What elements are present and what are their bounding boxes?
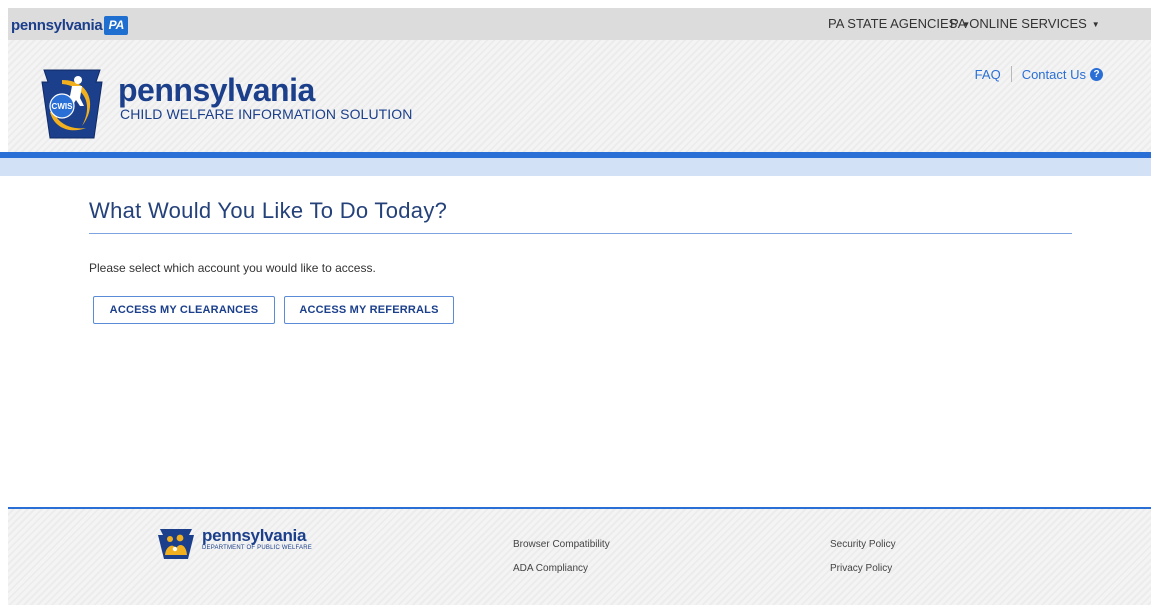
title-divider xyxy=(89,233,1072,234)
contact-us-link[interactable]: Contact Us ? xyxy=(1022,67,1103,82)
nav-pa-state-agencies-label: PA STATE AGENCIES xyxy=(828,16,958,31)
brand-word: pennsylvania xyxy=(11,16,103,34)
site-header: CWIS pennsylvania CHILD WELFARE INFORMAT… xyxy=(8,40,1151,152)
site-footer: pennsylvania DEPARTMENT OF PUBLIC WELFAR… xyxy=(8,509,1151,605)
header-links: FAQ Contact Us ? xyxy=(975,66,1103,82)
page-title: What Would You Like To Do Today? xyxy=(89,198,448,223)
dpw-logo-subtitle: DEPARTMENT OF PUBLIC WELFARE xyxy=(202,545,312,551)
account-select-prompt: Please select which account you would li… xyxy=(89,261,376,275)
access-clearances-button[interactable]: ACCESS MY CLEARANCES xyxy=(93,296,275,324)
question-circle-icon: ? xyxy=(1090,67,1103,81)
keystone-badge-icon[interactable]: CWIS xyxy=(34,66,110,142)
nav-pa-online-services-label: PA ONLINE SERVICES xyxy=(950,16,1087,31)
security-policy-link[interactable]: Security Policy xyxy=(830,539,896,550)
header-subbar xyxy=(0,158,1151,176)
link-separator xyxy=(1010,66,1012,82)
pa-brand-logo[interactable]: pennsylvania PA xyxy=(11,15,129,35)
access-referrals-button[interactable]: ACCESS MY REFERRALS xyxy=(284,296,454,324)
site-subtitle: CHILD WELFARE INFORMATION SOLUTION xyxy=(120,106,413,122)
faq-link-label: FAQ xyxy=(974,66,1001,82)
site-title: pennsylvania xyxy=(118,72,315,108)
badge-text: CWIS xyxy=(52,102,74,111)
nav-pa-state-agencies[interactable]: PA STATE AGENCIES ▼ xyxy=(828,16,970,31)
ada-compliancy-link[interactable]: ADA Compliancy xyxy=(513,563,588,574)
dpw-keystone-icon xyxy=(158,529,194,559)
privacy-policy-link[interactable]: Privacy Policy xyxy=(830,563,892,574)
nav-pa-online-services[interactable]: PA ONLINE SERVICES ▼ xyxy=(950,16,1100,31)
caret-down-icon: ▼ xyxy=(1091,19,1100,29)
dpw-logo-text: pennsylvania DEPARTMENT OF PUBLIC WELFAR… xyxy=(202,526,312,552)
faq-link[interactable]: FAQ xyxy=(975,67,1001,82)
browser-compatibility-link[interactable]: Browser Compatibility xyxy=(513,539,610,550)
contact-us-label: Contact Us xyxy=(1021,66,1086,82)
top-utility-bar: pennsylvania PA PA STATE AGENCIES ▼ PA O… xyxy=(8,8,1151,40)
page: pennsylvania PA PA STATE AGENCIES ▼ PA O… xyxy=(0,0,1151,605)
dpw-logo-title: pennsylvania xyxy=(202,526,307,545)
brand-pa-badge: PA xyxy=(104,15,129,35)
dpw-logo[interactable]: pennsylvania DEPARTMENT OF PUBLIC WELFAR… xyxy=(156,527,312,561)
